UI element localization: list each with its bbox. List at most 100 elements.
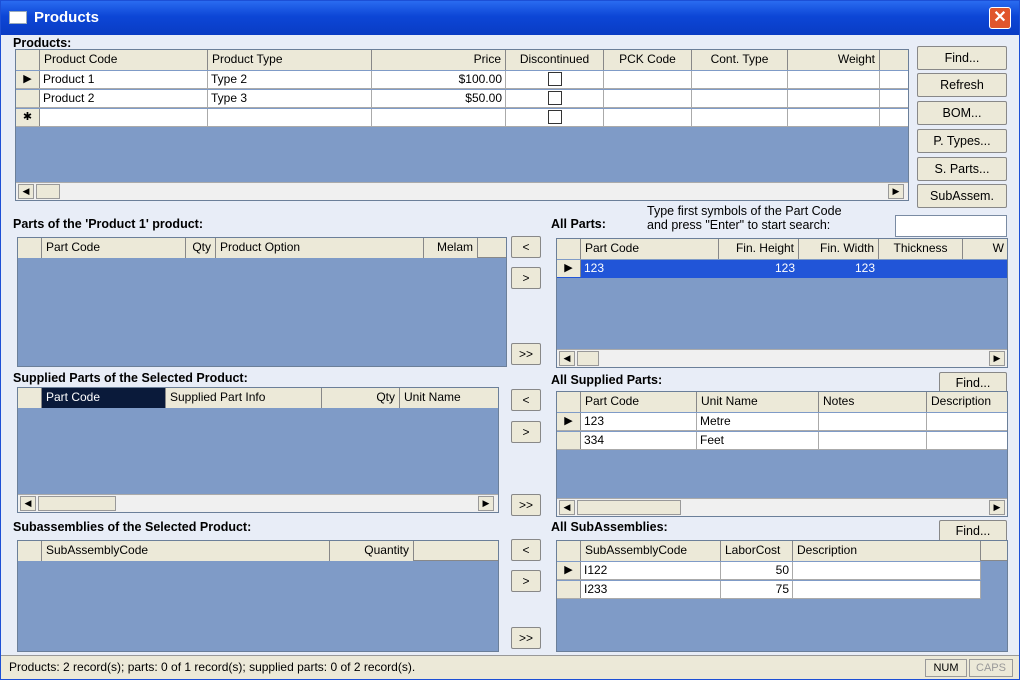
col-qty[interactable]: Qty xyxy=(186,238,216,258)
remove-part-button[interactable]: < xyxy=(511,236,541,258)
col-product-option[interactable]: Product Option xyxy=(216,238,424,258)
supplied-parts-button[interactable]: S. Parts... xyxy=(917,157,1007,181)
scroll-thumb[interactable] xyxy=(38,496,116,511)
current-row-marker[interactable]: ▶ xyxy=(557,562,581,579)
scroll-thumb[interactable] xyxy=(577,351,599,366)
add-supplied-part-button[interactable]: > xyxy=(511,421,541,443)
cell-price[interactable]: $100.00 xyxy=(372,71,506,89)
col-description[interactable]: Description xyxy=(927,392,1007,412)
add-subassembly-button[interactable]: > xyxy=(511,570,541,592)
remove-supplied-part-button[interactable]: < xyxy=(511,389,541,411)
col-pck-code[interactable]: PCK Code xyxy=(604,50,692,70)
col-part-code[interactable]: Part Code xyxy=(42,388,166,408)
cell-subassembly-code[interactable]: I233 xyxy=(581,581,721,599)
cell-part-code[interactable]: 123 xyxy=(581,260,719,278)
subassemblies-button[interactable]: SubAssem. xyxy=(917,184,1007,208)
discontinued-checkbox[interactable] xyxy=(547,72,562,86)
current-row-marker[interactable]: ▶ xyxy=(557,413,581,430)
horizontal-scrollbar[interactable]: ◀ ▶ xyxy=(557,349,1007,367)
add-part-button[interactable]: > xyxy=(511,267,541,289)
cell-part-code[interactable]: 334 xyxy=(581,432,697,450)
all-supplied-parts-grid[interactable]: Part Code Unit Name Notes Description ▶ … xyxy=(556,391,1008,517)
cell-product-code[interactable]: Product 1 xyxy=(40,71,208,89)
col-cont-type[interactable]: Cont. Type xyxy=(692,50,788,70)
scroll-right-icon[interactable]: ▶ xyxy=(989,500,1005,515)
add-all-subassemblies-button[interactable]: >> xyxy=(511,627,541,649)
remove-subassembly-button[interactable]: < xyxy=(511,539,541,561)
discontinued-checkbox[interactable] xyxy=(547,110,562,124)
col-w[interactable]: W xyxy=(963,239,1007,259)
col-unit-name[interactable]: Unit Name xyxy=(697,392,819,412)
table-row[interactable]: 334 Feet xyxy=(557,432,1007,450)
col-price[interactable]: Price xyxy=(372,50,506,70)
col-quantity[interactable]: Quantity xyxy=(330,541,414,561)
scroll-left-icon[interactable]: ◀ xyxy=(559,351,575,366)
part-search-input[interactable] xyxy=(895,215,1007,237)
supplied-parts-grid[interactable]: Part Code Supplied Part Info Qty Unit Na… xyxy=(17,387,499,513)
table-row[interactable]: ▶ 123 123 123 xyxy=(557,260,1007,278)
col-part-code[interactable]: Part Code xyxy=(581,239,719,259)
cell-price[interactable]: $50.00 xyxy=(372,90,506,108)
cell-product-code[interactable]: Product 2 xyxy=(40,90,208,108)
scroll-right-icon[interactable]: ▶ xyxy=(478,496,494,511)
current-row-marker[interactable]: ▶ xyxy=(557,260,581,277)
col-product-code[interactable]: Product Code xyxy=(40,50,208,70)
discontinued-checkbox[interactable] xyxy=(547,91,562,105)
scroll-left-icon[interactable]: ◀ xyxy=(20,496,36,511)
parts-grid[interactable]: Part Code Qty Product Option Melam xyxy=(17,237,507,367)
scroll-thumb[interactable] xyxy=(577,500,681,515)
col-weight[interactable]: Weight xyxy=(788,50,880,70)
col-fin-width[interactable]: Fin. Width xyxy=(799,239,879,259)
cell-labor-cost[interactable]: 75 xyxy=(721,581,793,599)
table-row[interactable]: ▶ 123 Metre xyxy=(557,413,1007,431)
new-row[interactable]: ✱ xyxy=(16,109,908,127)
col-product-type[interactable]: Product Type xyxy=(208,50,372,70)
horizontal-scrollbar[interactable]: ◀ ▶ xyxy=(18,494,498,512)
cell-unit-name[interactable]: Feet xyxy=(697,432,819,450)
table-row[interactable]: Product 2 Type 3 $50.00 xyxy=(16,90,908,108)
col-thickness[interactable]: Thickness xyxy=(879,239,963,259)
cell-product-type[interactable]: Type 2 xyxy=(208,71,372,89)
col-discontinued[interactable]: Discontinued xyxy=(506,50,604,70)
scroll-thumb[interactable] xyxy=(36,184,60,199)
col-subassembly-code[interactable]: SubAssemblyCode xyxy=(42,541,330,561)
col-fin-height[interactable]: Fin. Height xyxy=(719,239,799,259)
col-melam[interactable]: Melam xyxy=(424,238,478,258)
table-row[interactable]: ▶ Product 1 Type 2 $100.00 xyxy=(16,71,908,89)
scroll-left-icon[interactable]: ◀ xyxy=(559,500,575,515)
add-all-parts-button[interactable]: >> xyxy=(511,343,541,365)
horizontal-scrollbar[interactable]: ◀ ▶ xyxy=(16,182,908,200)
title-bar[interactable]: Products ✕ xyxy=(1,1,1019,35)
col-subassembly-code[interactable]: SubAssemblyCode xyxy=(581,541,721,561)
scroll-right-icon[interactable]: ▶ xyxy=(888,184,904,199)
close-button[interactable]: ✕ xyxy=(989,7,1011,29)
products-grid[interactable]: Product Code Product Type Price Disconti… xyxy=(15,49,909,201)
col-part-code[interactable]: Part Code xyxy=(42,238,186,258)
add-all-supplied-parts-button[interactable]: >> xyxy=(511,494,541,516)
col-description[interactable]: Description xyxy=(793,541,981,561)
subassemblies-find-button[interactable]: Find... xyxy=(939,520,1007,542)
cell-part-code[interactable]: 123 xyxy=(581,413,697,431)
col-labor-cost[interactable]: LaborCost xyxy=(721,541,793,561)
product-types-button[interactable]: P. Types... xyxy=(917,129,1007,153)
cell-product-type[interactable]: Type 3 xyxy=(208,90,372,108)
scroll-left-icon[interactable]: ◀ xyxy=(18,184,34,199)
cell-subassembly-code[interactable]: I122 xyxy=(581,562,721,580)
table-row[interactable]: I233 75 xyxy=(557,581,981,599)
table-row[interactable]: ▶ I122 50 xyxy=(557,562,981,580)
all-subassemblies-grid[interactable]: SubAssemblyCode LaborCost Description ▶ … xyxy=(556,540,1008,652)
cell-fin-width[interactable]: 123 xyxy=(799,260,879,278)
col-unit-name[interactable]: Unit Name xyxy=(400,388,498,408)
col-qty[interactable]: Qty xyxy=(322,388,400,408)
col-part-code[interactable]: Part Code xyxy=(581,392,697,412)
col-supplied-part-info[interactable]: Supplied Part Info xyxy=(166,388,322,408)
bom-button[interactable]: BOM... xyxy=(917,101,1007,125)
all-parts-grid[interactable]: Part Code Fin. Height Fin. Width Thickne… xyxy=(556,238,1008,368)
col-notes[interactable]: Notes xyxy=(819,392,927,412)
cell-fin-height[interactable]: 123 xyxy=(719,260,799,278)
refresh-button[interactable]: Refresh xyxy=(917,73,1007,97)
find-button[interactable]: Find... xyxy=(917,46,1007,70)
cell-labor-cost[interactable]: 50 xyxy=(721,562,793,580)
cell-unit-name[interactable]: Metre xyxy=(697,413,819,431)
current-row-marker[interactable]: ▶ xyxy=(16,71,40,88)
